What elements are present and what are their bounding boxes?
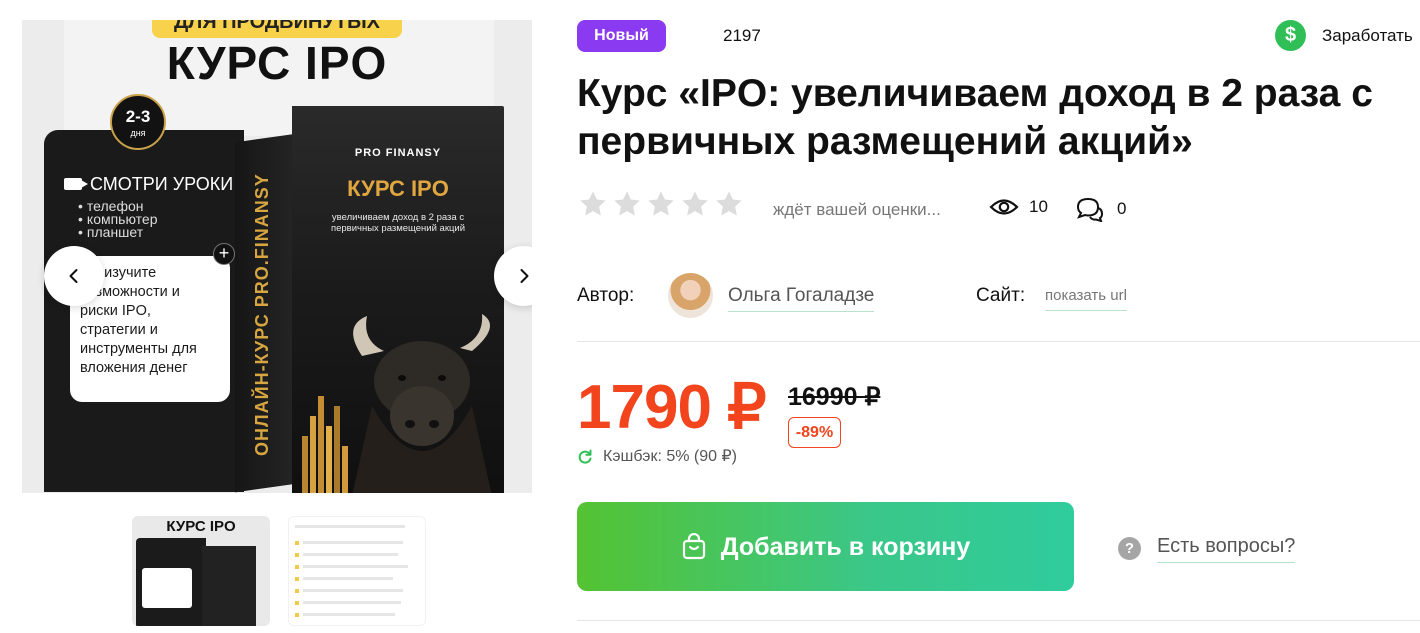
box-spine-text: ОНЛАЙН-КУРС PRO.FINANSY xyxy=(252,173,272,457)
doc-line xyxy=(295,525,405,528)
questions-link[interactable]: ? Есть вопросы? xyxy=(1118,534,1296,563)
days-unit: дня xyxy=(130,128,146,138)
gallery-thumbnails: КУРС IPO xyxy=(132,516,426,626)
comments-count: 0 xyxy=(1117,199,1127,218)
gallery-prev-button[interactable] xyxy=(44,246,104,306)
device-item: планшет xyxy=(78,225,158,239)
views-count: 10 xyxy=(1029,197,1048,216)
doc-bullet xyxy=(295,601,299,605)
product-gallery: ДЛЯ ПРОДВИНУТЫХ КУРС IPO 2-3 дня СМОТРИ … xyxy=(22,20,532,493)
add-to-cart-button[interactable]: Добавить в корзину xyxy=(577,502,1074,591)
doc-line xyxy=(303,613,395,616)
star-icon[interactable] xyxy=(611,188,643,220)
video-camera-icon xyxy=(64,178,88,190)
box-subtitle: увеличиваем доход в 2 раза с первичных р… xyxy=(330,212,466,234)
rating-text: ждёт вашей оценки... xyxy=(773,200,941,219)
author-label: Автор: xyxy=(577,285,635,306)
author-avatar[interactable] xyxy=(668,273,713,318)
star-icon[interactable] xyxy=(577,188,609,220)
box-front: PRO FINANSY КУРС IPO увеличиваем доход в… xyxy=(292,106,504,493)
doc-line xyxy=(303,553,398,556)
divider xyxy=(577,341,1420,342)
new-badge: Новый xyxy=(577,20,666,52)
add-to-cart-label: Добавить в корзину xyxy=(720,532,971,561)
devices-list: телефон компьютер планшет xyxy=(78,199,158,239)
question-icon: ? xyxy=(1118,537,1141,560)
author-name-link[interactable]: Ольга Гогаладзе xyxy=(728,285,875,312)
comments-counter[interactable]: 0 xyxy=(1075,196,1126,222)
thumbnail-2[interactable] xyxy=(288,516,426,626)
views-counter: 10 xyxy=(989,196,1048,218)
cashback-info: Кэшбэк: 5% (90 ₽) xyxy=(577,447,737,467)
doc-bullet xyxy=(295,589,299,593)
doc-bullet xyxy=(295,541,299,545)
star-icon[interactable] xyxy=(679,188,711,220)
dollar-icon: $ xyxy=(1275,20,1306,51)
plus-icon: + xyxy=(213,243,235,265)
promo-badge: ДЛЯ ПРОДВИНУТЫХ xyxy=(152,20,402,38)
days-number: 2-3 xyxy=(125,107,151,126)
doc-line xyxy=(303,589,403,592)
thumbnail-box xyxy=(202,546,256,626)
rating-stars[interactable] xyxy=(577,188,745,220)
doc-bullet xyxy=(295,565,299,569)
product-title: Курс «IPO: увеличиваем доход в 2 раза с … xyxy=(577,72,1373,163)
box-title: КУРС IPO xyxy=(347,176,449,201)
divider xyxy=(577,620,1420,621)
doc-bullet xyxy=(295,577,299,581)
thumbnail-card xyxy=(142,568,192,608)
star-icon[interactable] xyxy=(713,188,745,220)
star-icon[interactable] xyxy=(645,188,677,220)
questions-label: Есть вопросы? xyxy=(1157,534,1296,563)
comments-icon xyxy=(1076,197,1104,222)
refresh-icon xyxy=(578,449,592,464)
discount-badge: -89% xyxy=(788,417,841,448)
thumbnail-title: КУРС IPO xyxy=(166,518,236,535)
shopping-bag-icon xyxy=(682,532,705,559)
lessons-heading-text: СМОТРИ УРОКИ xyxy=(90,174,234,194)
cashback-text: Кэшбэк: 5% (90 ₽) xyxy=(603,448,738,465)
lessons-heading: СМОТРИ УРОКИ xyxy=(64,175,233,193)
eye-icon xyxy=(989,199,1019,215)
old-price: 16990 ₽ xyxy=(788,383,881,411)
doc-line xyxy=(303,541,403,544)
chevron-left-icon xyxy=(69,269,78,283)
doc-line xyxy=(303,577,393,580)
promo-image: ДЛЯ ПРОДВИНУТЫХ КУРС IPO 2-3 дня СМОТРИ … xyxy=(22,20,532,493)
promo-title: КУРС IPO xyxy=(166,37,388,89)
show-url-link[interactable]: показать url xyxy=(1045,287,1127,311)
doc-line xyxy=(303,601,401,604)
chevron-right-icon xyxy=(520,269,529,283)
thumbnail-1[interactable]: КУРС IPO xyxy=(132,516,270,626)
earn-label: Заработать xyxy=(1322,25,1413,45)
earn-link[interactable]: $ Заработать xyxy=(1275,20,1413,51)
doc-bullet xyxy=(295,613,299,617)
product-page: ДЛЯ ПРОДВИНУТЫХ КУРС IPO 2-3 дня СМОТРИ … xyxy=(0,0,1420,633)
doc-line xyxy=(303,565,408,568)
doc-bullet xyxy=(295,553,299,557)
current-price: 1790 ₽ xyxy=(577,373,767,442)
site-label: Сайт: xyxy=(976,285,1026,306)
product-id: 2197 xyxy=(723,26,761,45)
days-badge: 2-3 дня xyxy=(110,94,166,150)
bull-image xyxy=(352,314,492,493)
box-brand: PRO FINANSY xyxy=(354,147,442,159)
